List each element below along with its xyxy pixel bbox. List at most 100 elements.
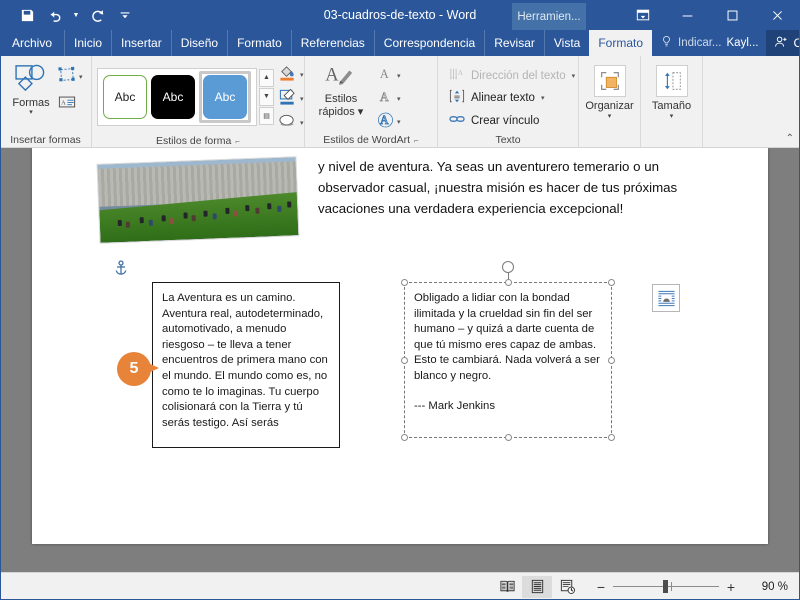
- shape-style-option-1[interactable]: Abc: [103, 74, 147, 119]
- wordart-quick-styles-button[interactable]: A Estilos rápidos ▾: [310, 60, 372, 119]
- photo-person: [117, 219, 122, 227]
- edit-shape-dropdown-icon[interactable]: ▾: [79, 73, 83, 81]
- arrange-button[interactable]: Organizar ▾: [584, 60, 635, 121]
- wordart-dialog-launcher-icon[interactable]: ⌐: [414, 136, 419, 145]
- rotation-handle[interactable]: [502, 261, 514, 273]
- contextual-tab-label[interactable]: Herramien...: [512, 3, 586, 30]
- zoom-in-button[interactable]: +: [726, 579, 736, 595]
- tab-archivo[interactable]: Archivo: [0, 30, 65, 56]
- tab-correspondencia[interactable]: Correspondencia: [373, 30, 484, 56]
- layout-options-icon[interactable]: [652, 284, 680, 312]
- shape-outline-dropdown-icon[interactable]: ▾: [300, 95, 304, 103]
- tab-inicio[interactable]: Inicio: [64, 30, 111, 56]
- user-account-name[interactable]: Kayl...: [727, 37, 759, 49]
- shape-fill-dropdown-icon[interactable]: ▾: [300, 71, 304, 79]
- create-link-button[interactable]: Crear vínculo: [449, 112, 575, 129]
- align-text-button[interactable]: Alinear texto ▾: [449, 89, 575, 107]
- size-button[interactable]: Tamaño ▾: [646, 60, 697, 121]
- document-canvas[interactable]: y nivel de aventura. Ya seas un aventure…: [0, 148, 800, 572]
- zoom-control[interactable]: − +: [596, 579, 736, 595]
- tab-vista[interactable]: Vista: [543, 30, 589, 56]
- align-text-dropdown-icon[interactable]: ▾: [541, 94, 545, 102]
- shape-fill-button[interactable]: ▾: [278, 64, 304, 85]
- shape-style-option-2[interactable]: Abc: [151, 74, 195, 119]
- tab-formato-forma[interactable]: Formato: [589, 30, 653, 56]
- ribbon-group-insertar-formas: Formas ▾ ▾ A Insertar formas: [0, 56, 92, 147]
- text-direction-button[interactable]: A Dirección del texto ▾: [449, 67, 575, 84]
- lightbulb-icon: [660, 35, 673, 51]
- shape-effects-button[interactable]: ▾: [278, 112, 304, 133]
- body-paragraph[interactable]: y nivel de aventura. Ya seas un aventure…: [318, 156, 708, 219]
- resize-handle-top-right[interactable]: [608, 279, 615, 286]
- draw-text-box-button[interactable]: A: [57, 93, 83, 114]
- resize-handle-bottom-right[interactable]: [608, 434, 615, 441]
- collapse-ribbon-icon[interactable]: ⌃: [786, 133, 794, 144]
- undo-dropdown-icon[interactable]: ▼: [70, 3, 82, 27]
- tell-me-box[interactable]: Indicar... Kayl...: [652, 30, 766, 56]
- ribbon-group-organizar: Organizar ▾: [579, 56, 641, 147]
- close-icon[interactable]: [755, 0, 800, 30]
- edit-shape-button[interactable]: ▾: [57, 66, 83, 87]
- tab-revisar[interactable]: Revisar: [484, 30, 544, 56]
- tab-formato-pagina[interactable]: Formato: [227, 30, 291, 56]
- resize-handle-top-left[interactable]: [401, 279, 408, 286]
- resize-handle-middle-left[interactable]: [401, 357, 408, 364]
- maximize-icon[interactable]: [710, 0, 755, 30]
- shape-outline-button[interactable]: ▾: [278, 88, 304, 109]
- gallery-more-icon[interactable]: ▤: [259, 106, 274, 125]
- tab-referencias[interactable]: Referencias: [290, 30, 374, 56]
- text-outline-dropdown-icon[interactable]: ▾: [397, 95, 401, 103]
- text-effects-dropdown-icon[interactable]: ▾: [397, 118, 401, 126]
- tab-diseno[interactable]: Diseño: [170, 30, 227, 56]
- text-outline-button[interactable]: A ▾: [377, 89, 401, 108]
- resize-handle-top-center[interactable]: [505, 279, 512, 286]
- save-icon[interactable]: [14, 3, 40, 27]
- minimize-icon[interactable]: [665, 0, 710, 30]
- group-label-texto: Texto: [495, 133, 521, 146]
- inline-photo[interactable]: [96, 156, 300, 244]
- zoom-out-button[interactable]: −: [596, 579, 606, 595]
- resize-handle-bottom-center[interactable]: [505, 434, 512, 441]
- photo-person: [183, 212, 188, 219]
- ribbon-display-options-icon[interactable]: [620, 0, 665, 30]
- tab-insertar[interactable]: Insertar: [111, 30, 171, 56]
- customize-qat-icon[interactable]: [112, 3, 138, 27]
- zoom-slider-thumb[interactable]: [663, 580, 668, 593]
- text-fill-button[interactable]: A ▾: [377, 66, 401, 85]
- photo-person: [225, 207, 230, 214]
- shape-styles-dialog-launcher-icon[interactable]: ⌐: [235, 137, 240, 146]
- ribbon-tab-strip: Archivo Inicio Insertar Diseño Formato R…: [0, 30, 800, 56]
- text-box-right-selected[interactable]: Obligado a lidiar con la bondad ilimitad…: [401, 261, 615, 441]
- text-effects-button[interactable]: A ▾: [377, 112, 401, 131]
- photo-person: [245, 205, 250, 212]
- resize-handle-middle-right[interactable]: [608, 357, 615, 364]
- shape-style-option-3-selected[interactable]: Abc: [199, 70, 251, 123]
- wordart-quick-styles-dropdown-icon[interactable]: ▾: [358, 106, 364, 118]
- text-box-left[interactable]: La Aventura es un camino. Aventura real,…: [152, 282, 340, 448]
- document-page[interactable]: y nivel de aventura. Ya seas un aventure…: [32, 148, 768, 544]
- shape-styles-gallery[interactable]: Abc Abc Abc: [97, 67, 257, 126]
- gallery-scroll-up-icon[interactable]: ▲: [259, 68, 274, 87]
- arrange-dropdown-icon[interactable]: ▾: [608, 112, 612, 121]
- text-direction-dropdown-icon[interactable]: ▾: [572, 72, 576, 80]
- shapes-button[interactable]: Formas ▾: [5, 60, 57, 117]
- shape-effects-dropdown-icon[interactable]: ▾: [300, 119, 304, 127]
- callout-number: 5: [117, 352, 151, 386]
- share-button[interactable]: Compartir: [766, 30, 800, 56]
- zoom-slider-track[interactable]: [613, 580, 719, 593]
- shape-outline-icon: [278, 88, 297, 109]
- arrange-icon: [593, 65, 626, 97]
- shapes-dropdown-icon[interactable]: ▾: [29, 109, 33, 117]
- print-layout-icon[interactable]: [522, 575, 552, 598]
- photo-person: [169, 217, 174, 225]
- create-link-icon: [449, 112, 465, 129]
- text-fill-dropdown-icon[interactable]: ▾: [397, 72, 401, 80]
- read-mode-icon[interactable]: [492, 576, 522, 598]
- undo-icon[interactable]: [42, 3, 68, 27]
- gallery-scroll-down-icon[interactable]: ▼: [259, 87, 274, 106]
- web-layout-icon[interactable]: [552, 576, 582, 598]
- redo-icon[interactable]: [84, 3, 110, 27]
- zoom-level-label[interactable]: 90 %: [746, 581, 788, 593]
- size-dropdown-icon[interactable]: ▾: [670, 112, 674, 121]
- resize-handle-bottom-left[interactable]: [401, 434, 408, 441]
